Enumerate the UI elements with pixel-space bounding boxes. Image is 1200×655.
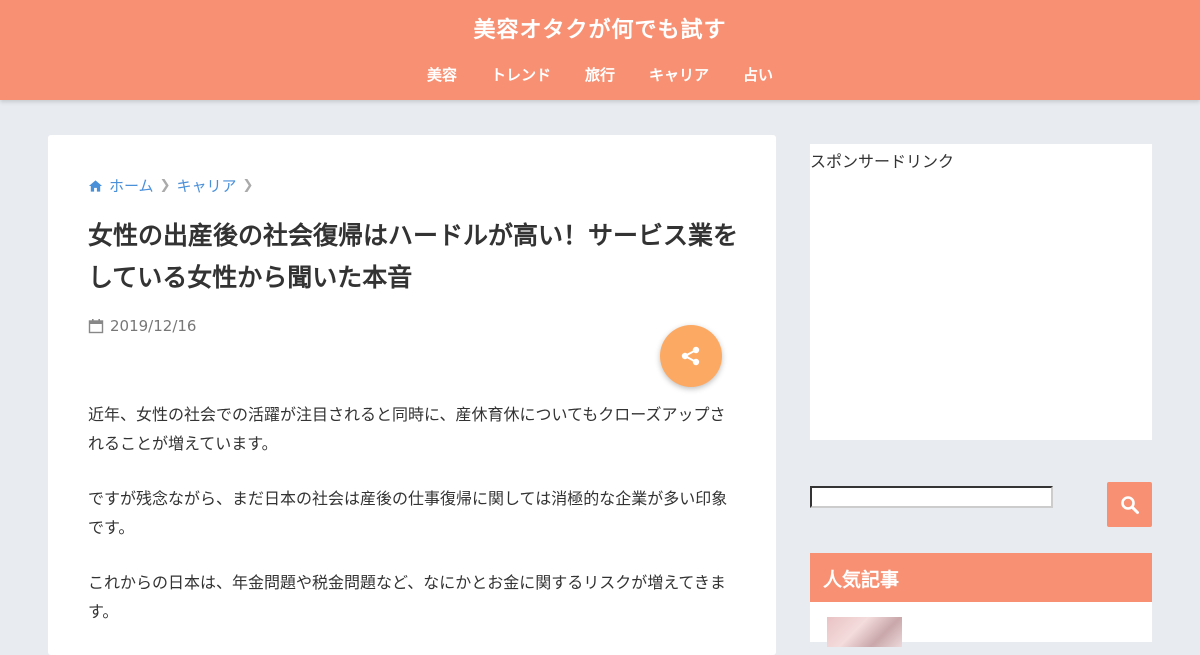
nav-item-career[interactable]: キャリア — [632, 64, 726, 85]
share-icon — [681, 346, 700, 366]
article-card: ホーム ❯ キャリア ❯ 女性の出産後の社会復帰はハードルが高い！サービス業をし… — [48, 135, 776, 655]
date-text: 2019/12/16 — [110, 317, 197, 335]
popular-articles-list — [810, 602, 1152, 647]
article-body: 近年、女性の社会での活躍が注目されると同時に、産休育休についてもクローズアップさ… — [88, 400, 740, 652]
breadcrumb: ホーム ❯ キャリア ❯ — [88, 175, 255, 196]
article-thumbnail[interactable] — [827, 617, 902, 647]
search-icon — [1120, 495, 1139, 514]
nav-item-travel[interactable]: 旅行 — [568, 64, 632, 85]
site-title[interactable]: 美容オタクが何でも試す — [0, 12, 1200, 44]
main-nav: 美容 トレンド 旅行 キャリア 占い — [0, 64, 1200, 85]
search-button[interactable] — [1107, 482, 1152, 527]
breadcrumb-home[interactable]: ホーム — [109, 175, 154, 196]
site-header: 美容オタクが何でも試す 美容 トレンド 旅行 キャリア 占い — [0, 0, 1200, 100]
paragraph: これからの日本は、年金問題や税金問題など、なにかとお金に関するリスクが増えてきま… — [88, 573, 726, 621]
share-button[interactable] — [660, 325, 722, 387]
article-title: 女性の出産後の社会復帰はハードルが高い！サービス業をしている女性から聞いた本音 — [88, 221, 739, 292]
sponsored-ad-box: スポンサードリンク — [810, 144, 1152, 440]
search-input[interactable] — [810, 486, 1053, 508]
calendar-icon — [88, 319, 104, 334]
breadcrumb-category[interactable]: キャリア — [176, 175, 236, 196]
nav-item-fortune[interactable]: 占い — [726, 64, 790, 85]
post-date: 2019/12/16 — [88, 317, 196, 335]
ad-label: スポンサードリンク — [810, 152, 955, 171]
chevron-right-icon: ❯ — [242, 178, 254, 193]
chevron-right-icon: ❯ — [159, 178, 171, 193]
nav-item-beauty[interactable]: 美容 — [410, 64, 474, 85]
nav-item-trend[interactable]: トレンド — [474, 64, 568, 85]
paragraph: 近年、女性の社会での活躍が注目されると同時に、産休育休についてもクローズアップさ… — [88, 405, 726, 453]
popular-articles-heading: 人気記事 — [810, 553, 1152, 602]
paragraph: ですが残念ながら、まだ日本の社会は産後の仕事復帰に関しては消極的な企業が多い印象… — [88, 489, 728, 537]
home-icon — [88, 179, 103, 192]
